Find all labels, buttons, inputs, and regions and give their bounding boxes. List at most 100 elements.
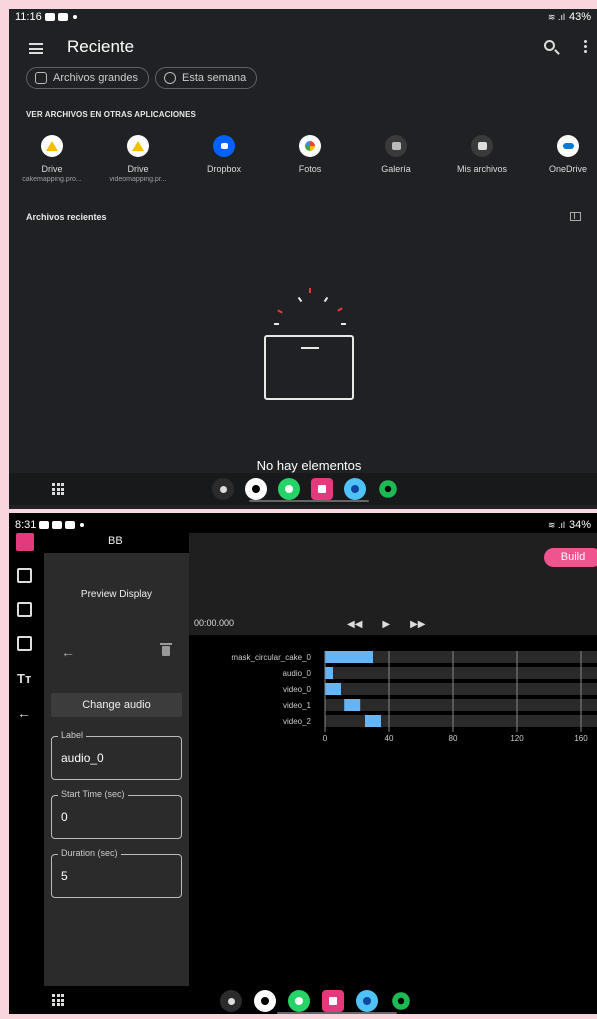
timeline-row-label: video_1 [283, 701, 312, 710]
menu-icon[interactable] [29, 43, 43, 54]
editor-app-icon[interactable] [311, 478, 333, 500]
gallery-icon [385, 135, 407, 157]
app-onedrive[interactable]: OneDrive [525, 133, 597, 174]
timeline-row-label: audio_0 [283, 669, 312, 678]
filter-chips: Archivos grandes Esta semana [26, 67, 258, 89]
wifi-signal-icon: ≋ .ıl [547, 11, 565, 22]
image-library-icon[interactable] [17, 636, 32, 651]
timeline-tick-label: 120 [510, 734, 524, 743]
label-field[interactable]: Label audio_0 [51, 730, 182, 780]
files-app-screen: 11:16 ≋ .ıl 43% Reciente Archivos grande… [9, 9, 597, 509]
start-time-field[interactable]: Start Time (sec) 0 [51, 789, 182, 839]
app-dropbox[interactable]: Dropbox [181, 133, 267, 174]
app-drive-2[interactable]: Drive videomapping.pr... [95, 133, 181, 183]
timeline-row-label: video_0 [283, 685, 312, 694]
timecode: 00:00.000 [194, 618, 235, 628]
timeline-clip-bar [325, 651, 373, 663]
video-library-icon[interactable] [17, 568, 32, 583]
chip-label: Esta semana [182, 72, 247, 84]
rewind-icon[interactable]: ◀◀ [347, 619, 362, 630]
taskbar [9, 473, 597, 505]
field-label: Duration (sec) [58, 848, 121, 858]
field-value: 5 [61, 869, 68, 883]
history-icon [164, 72, 176, 84]
other-apps-heading: VER ARCHIVOS EN OTRAS APLICACIONES [26, 110, 196, 119]
timeline-chart: mask_circular_cake_0 audio_0 video_0 video_… [231, 651, 597, 743]
field-label: Start Time (sec) [58, 789, 128, 799]
app-name: OneDrive [548, 164, 587, 174]
app-drawer-icon[interactable] [52, 483, 64, 495]
youtube-notification-icon [57, 13, 68, 21]
app-name: Dropbox [206, 164, 242, 174]
google-drive-icon [41, 135, 63, 157]
whatsapp-icon[interactable] [288, 990, 310, 1012]
app-name: Drive [127, 164, 149, 174]
whatsapp-icon[interactable] [278, 478, 300, 500]
text-tool-icon[interactable]: Tт [17, 671, 32, 686]
app-drive-1[interactable]: Drive cakemapping.pro... [9, 133, 95, 183]
youtube-notification-icon [44, 13, 55, 21]
app-bar: Reciente [9, 31, 597, 71]
fast-forward-icon[interactable]: ▶▶ [410, 619, 425, 630]
app-photos[interactable]: Fotos [267, 133, 353, 174]
spotify-icon[interactable] [379, 480, 397, 498]
app-my-files[interactable]: Mis archivos [439, 133, 525, 174]
timeline-track [325, 699, 597, 711]
app-account: videomapping.pr... [109, 176, 167, 183]
spotify-icon[interactable] [392, 992, 410, 1010]
wifi-signal-icon: ≋ .ıl [547, 519, 565, 530]
more-options-icon[interactable] [584, 40, 587, 54]
delete-icon[interactable] [160, 643, 172, 656]
maps-pin-icon[interactable] [254, 990, 276, 1012]
onedrive-icon [557, 135, 579, 157]
taskbar [9, 986, 597, 1014]
more-notifications-dot [80, 523, 85, 527]
view-toggle-icon[interactable] [570, 212, 581, 221]
status-bar: 8:31 ≋ .ıl 34% [9, 517, 597, 533]
home-indicator[interactable] [249, 500, 369, 502]
phone-icon[interactable] [212, 478, 234, 500]
phone-icon[interactable] [220, 990, 242, 1012]
timeline-clip-bar [365, 715, 381, 727]
field-value: 0 [61, 810, 68, 824]
play-icon[interactable]: ▶ [382, 619, 390, 630]
my-files-icon [471, 135, 493, 157]
app-shortcuts: Drive cakemapping.pro... Drive videomapp… [9, 133, 597, 193]
search-icon[interactable] [544, 40, 555, 51]
editor-app-icon[interactable] [322, 990, 344, 1012]
youtube-notification-icon [39, 521, 50, 529]
tool-rail: Tт ← [9, 533, 41, 1013]
browser-icon[interactable] [356, 990, 378, 1012]
battery-level: 34% [568, 519, 591, 531]
chip-large-files[interactable]: Archivos grandes [26, 67, 149, 89]
more-notifications-dot [72, 15, 77, 19]
app-name: Fotos [298, 164, 322, 174]
build-button[interactable]: Build [544, 548, 597, 567]
app-drawer-icon[interactable] [52, 994, 64, 1006]
play-notification-icon [52, 521, 63, 529]
timeline-clip-bar [325, 667, 333, 679]
dock [220, 990, 412, 1012]
tag-icon [35, 72, 47, 84]
app-name: Drive [41, 164, 63, 174]
chip-this-week[interactable]: Esta semana [155, 67, 258, 89]
duration-field[interactable]: Duration (sec) 5 [51, 848, 182, 898]
timeline-tick-label: 80 [449, 734, 458, 743]
music-library-icon[interactable] [17, 602, 32, 617]
dropbox-icon [213, 135, 235, 157]
maps-pin-icon[interactable] [245, 478, 267, 500]
browser-icon[interactable] [344, 478, 366, 500]
app-name: Mis archivos [456, 164, 507, 174]
timeline-clip-bar [344, 699, 361, 711]
youtube-notification-icon [65, 521, 76, 529]
exit-arrow-icon[interactable]: ← [17, 705, 32, 721]
change-audio-button[interactable]: Change audio [51, 693, 182, 717]
back-arrow-icon[interactable]: ← [61, 644, 75, 660]
app-logo-icon[interactable] [16, 533, 34, 551]
timeline-row-label: mask_circular_cake_0 [231, 653, 311, 662]
status-bar: 11:16 ≋ .ıl 43% [9, 9, 597, 25]
app-gallery[interactable]: Galería [353, 133, 439, 174]
google-drive-icon [127, 135, 149, 157]
home-indicator[interactable] [277, 1012, 397, 1014]
chip-label: Archivos grandes [53, 72, 138, 84]
